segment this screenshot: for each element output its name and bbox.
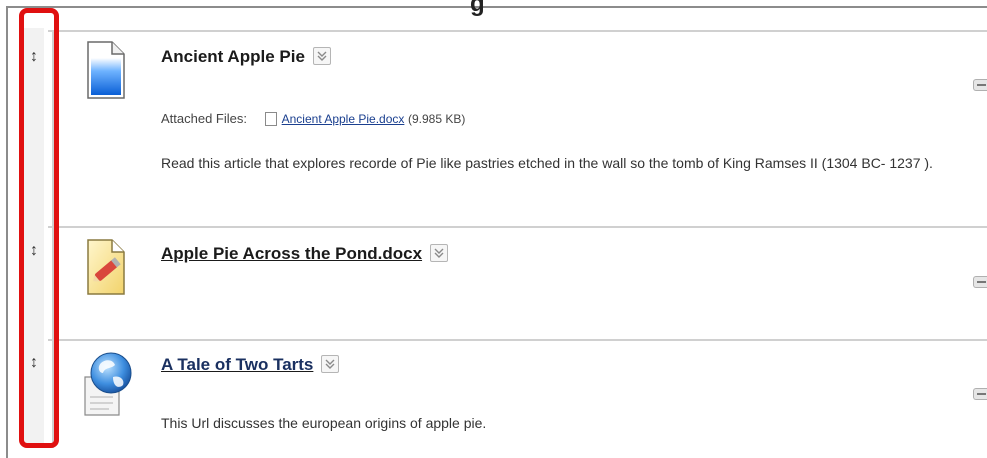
item-description: Read this article that explores recorde … (161, 155, 933, 171)
item-title-text: Ancient Apple Pie (161, 47, 305, 66)
drag-handle-item-1[interactable]: ↕ (24, 40, 44, 74)
attached-files-label: Attached Files: (161, 111, 247, 126)
web-link-globe-icon (75, 347, 135, 417)
drag-handle-item-2[interactable]: ↕ (24, 234, 44, 268)
chevron-down-icon[interactable] (321, 354, 340, 373)
file-icon (264, 111, 277, 126)
collapse-button-item-3[interactable] (973, 388, 987, 400)
collapse-button-item-2[interactable] (973, 276, 987, 288)
attached-files-row: Attached Files: Ancient Apple Pie.docx (… (161, 111, 465, 127)
item-title-a-tale-of-two-tarts[interactable]: A Tale of Two Tarts (161, 354, 340, 375)
item-description: This Url discusses the european origins … (161, 415, 487, 431)
collapse-button-item-1[interactable] (973, 79, 987, 91)
item-title-text[interactable]: Apple Pie Across the Pond.docx (161, 244, 422, 263)
document-icon (80, 40, 132, 100)
chevron-down-icon[interactable] (312, 46, 331, 65)
attached-file-link[interactable]: Ancient Apple Pie.docx (282, 112, 405, 126)
drag-handle-item-3[interactable]: ↕ (24, 346, 44, 380)
page-heading-fragment: g (470, 0, 485, 17)
item-title-apple-pie-across-the-pond[interactable]: Apple Pie Across the Pond.docx (161, 243, 449, 264)
item-title-text[interactable]: A Tale of Two Tarts (161, 355, 313, 374)
chevron-down-icon[interactable] (430, 243, 449, 262)
item-title-ancient-apple-pie: Ancient Apple Pie (161, 46, 331, 67)
drag-handle-column: ↕ ↕ ↕ (24, 28, 44, 448)
file-size: (9.985 KB) (408, 112, 466, 126)
word-document-icon (80, 238, 132, 298)
